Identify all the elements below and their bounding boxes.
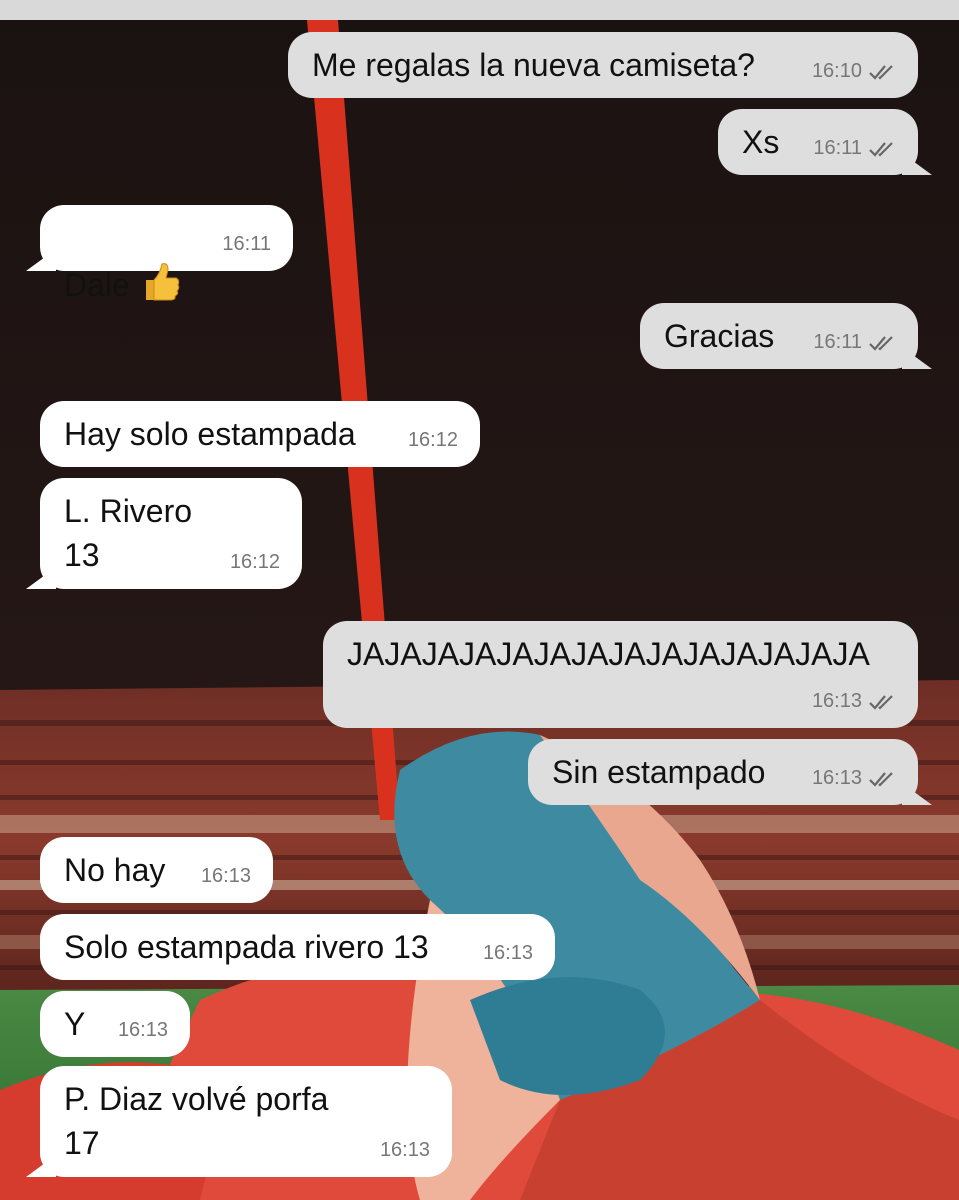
message-time: 16:13 [379, 1139, 430, 1162]
message-text: Hay solo estampada [64, 416, 356, 452]
message-text: P. Diaz volvé porfa 17 [64, 1081, 329, 1162]
message-text: Xs [742, 124, 780, 160]
status-bar-strip [0, 0, 959, 20]
message-text: L. Rivero 13 [64, 493, 193, 574]
message-received[interactable]: Hay solo estampada 16:12 [40, 401, 480, 467]
message-time: 16:13 [811, 690, 862, 713]
message-text: No hay [64, 852, 166, 888]
message-sent[interactable]: Xs 16:11 [718, 109, 918, 175]
message-time: 16:11 [813, 137, 862, 160]
message-sent[interactable]: JAJAJAJAJAJAJAJAJAJAJAJAJAJA 16:13 [323, 621, 918, 728]
message-sent[interactable]: Gracias 16:11 [640, 303, 918, 369]
message-received[interactable]: Dale 16:11 [40, 205, 293, 303]
double-check-icon [869, 336, 893, 351]
message-sent[interactable]: Sin estampado 16:13 [528, 739, 918, 805]
message-time: 16:11 [813, 331, 862, 354]
message-received[interactable]: P. Diaz volvé porfa 17 16:13 [40, 1066, 452, 1177]
double-check-icon [869, 695, 893, 710]
thumbs-up-icon [145, 263, 180, 301]
message-time: 16:13 [482, 942, 533, 965]
message-time: 16:13 [811, 767, 862, 790]
message-received[interactable]: No hay 16:13 [40, 837, 273, 903]
message-sent[interactable]: Me regalas la nueva camiseta? 16:10 [288, 32, 918, 98]
message-text: Me regalas la nueva camiseta? [312, 47, 755, 83]
message-received[interactable]: L. Rivero 13 16:12 [40, 478, 302, 589]
message-text: Gracias [664, 318, 775, 354]
double-check-icon [869, 142, 893, 157]
message-received[interactable]: Solo estampada rivero 13 16:13 [40, 914, 555, 980]
message-text: Y [64, 1006, 86, 1042]
message-time: 16:12 [229, 551, 280, 574]
message-text: JAJAJAJAJAJAJAJAJAJAJAJAJAJA [347, 636, 870, 672]
message-time: 16:10 [811, 60, 862, 83]
message-time: 16:13 [200, 865, 251, 888]
double-check-icon [869, 65, 893, 80]
message-time: 16:11 [222, 233, 271, 256]
message-text: Dale [64, 267, 130, 304]
message-received[interactable]: Y 16:13 [40, 991, 190, 1057]
message-text: Sin estampado [552, 754, 766, 790]
message-text: Solo estampada rivero 13 [64, 929, 429, 965]
message-time: 16:13 [117, 1019, 168, 1042]
double-check-icon [869, 772, 893, 787]
message-time: 16:12 [407, 429, 458, 452]
